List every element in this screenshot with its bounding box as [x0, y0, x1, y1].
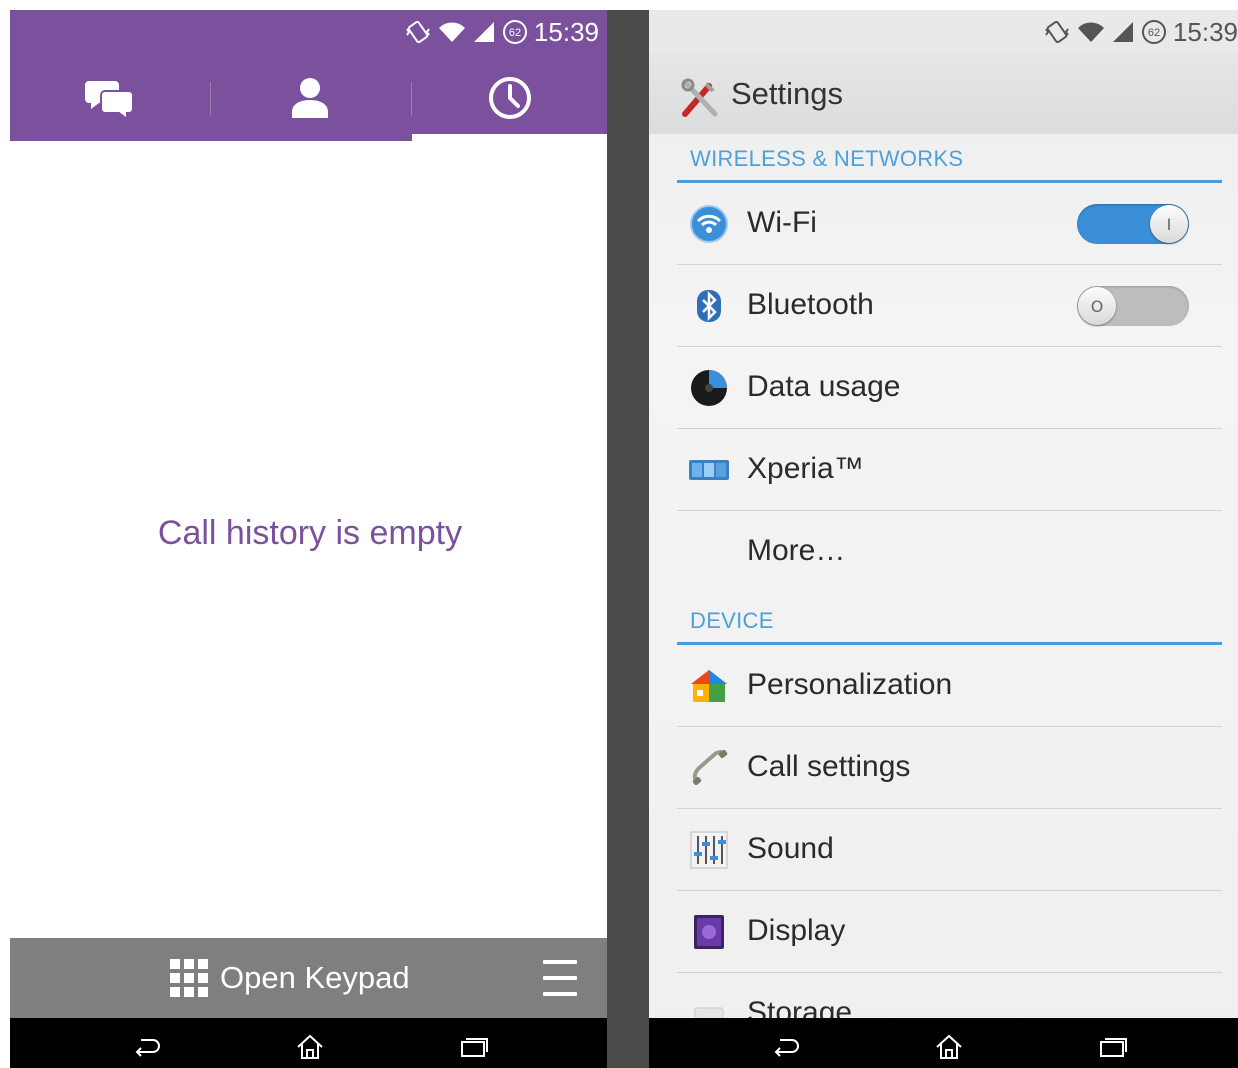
personalization-icon: [691, 670, 727, 702]
wifi-signal-icon: [438, 22, 465, 42]
clock-time: 15:39: [533, 16, 599, 47]
chat-bubbles-icon: [85, 80, 134, 119]
selected-tab-indicator: [412, 134, 607, 141]
row-divider: [677, 972, 1222, 973]
empty-call-history-message: Call history is empty: [157, 514, 463, 552]
recent-apps-icon: [461, 1038, 488, 1057]
personalization-label: Personalization: [747, 668, 953, 701]
status-icons: 62 15:39: [404, 16, 599, 48]
call-settings-label: Call settings: [747, 750, 911, 783]
back-button[interactable]: [126, 1032, 166, 1062]
row-divider: [677, 510, 1222, 511]
cell-signal-icon: [1112, 22, 1133, 42]
hamburger-menu-icon[interactable]: [543, 960, 577, 996]
screenshot-canvas: 62 15:39 Call history is empty Open Keyp…: [0, 0, 1238, 1068]
xperia-label: Xperia™: [747, 452, 864, 485]
toggle-knob: I: [1150, 205, 1188, 243]
tab-bar-underline: [10, 134, 412, 141]
recent-apps-icon: [1100, 1038, 1127, 1057]
battery-icon: 62: [502, 20, 527, 44]
wifi-signal-icon: [1077, 22, 1104, 42]
data-usage-icon: [691, 370, 727, 406]
data-usage-label: Data usage: [747, 370, 901, 403]
section-header-device: DEVICE: [690, 608, 774, 633]
vibrate-icon: [406, 20, 430, 44]
settings-action-bar: Settings: [649, 54, 1238, 134]
settings-item-personalization[interactable]: Personalization: [677, 646, 1222, 727]
sound-label: Sound: [747, 832, 834, 865]
section-header-wireless: WIRELESS & NETWORKS: [690, 146, 964, 171]
settings-item-more[interactable]: More…: [677, 512, 1222, 593]
settings-title: Settings: [731, 76, 844, 111]
settings-item-wifi[interactable]: Wi-Fi I: [677, 184, 1222, 265]
row-divider: [677, 726, 1222, 727]
person-icon: [292, 77, 328, 118]
settings-item-sound[interactable]: Sound: [677, 810, 1222, 891]
home-icon: [297, 1034, 323, 1059]
display-label: Display: [747, 914, 846, 947]
android-nav-bar: [649, 1018, 1238, 1068]
viber-screen: 62 15:39 Call history is empty Open Keyp…: [10, 10, 607, 1068]
recent-apps-button[interactable]: [454, 1032, 494, 1062]
settings-item-data-usage[interactable]: Data usage: [677, 348, 1222, 429]
back-icon: [135, 1039, 160, 1057]
tab-chats[interactable]: [10, 54, 210, 141]
toggle-knob: O: [1078, 287, 1116, 325]
back-icon: [774, 1039, 799, 1057]
section-divider: [677, 642, 1222, 645]
back-button[interactable]: [765, 1032, 805, 1062]
more-label: More…: [747, 534, 846, 567]
settings-item-display[interactable]: Display: [677, 892, 1222, 973]
settings-item-xperia[interactable]: Xperia™: [677, 430, 1222, 511]
display-icon: [694, 915, 724, 949]
battery-icon: 62: [1141, 20, 1166, 44]
bluetooth-icon: [697, 290, 721, 322]
viber-tab-bar: [10, 54, 607, 141]
tab-contacts[interactable]: [210, 54, 410, 141]
section-divider: [677, 180, 1222, 183]
settings-item-bluetooth[interactable]: Bluetooth O: [677, 266, 1222, 347]
status-bar: 62 15:39: [649, 10, 1238, 54]
row-divider: [677, 808, 1222, 809]
settings-screen: 62 15:39 Settings WIRELESS & NETWORKS Wi…: [649, 10, 1238, 1068]
wifi-toggle[interactable]: I: [1077, 204, 1189, 244]
wifi-label: Wi-Fi: [747, 206, 817, 239]
recent-apps-button[interactable]: [1093, 1032, 1133, 1062]
settings-tools-icon[interactable]: [679, 78, 721, 120]
wifi-icon: [690, 205, 728, 243]
vibrate-icon: [1045, 20, 1069, 44]
battery-level: 62: [509, 27, 521, 39]
status-icons: 62 15:39: [1043, 16, 1238, 48]
bluetooth-toggle[interactable]: O: [1077, 286, 1189, 326]
xperia-icon: [689, 460, 729, 480]
bluetooth-label: Bluetooth: [747, 288, 874, 321]
bottom-action-bar: Open Keypad: [10, 938, 607, 1018]
row-divider: [677, 890, 1222, 891]
home-button[interactable]: [929, 1032, 969, 1062]
row-divider: [677, 264, 1222, 265]
home-button[interactable]: [290, 1032, 330, 1062]
tab-recents[interactable]: [412, 54, 607, 141]
android-nav-bar: [10, 1018, 607, 1068]
battery-level: 62: [1148, 27, 1160, 39]
cell-signal-icon: [473, 22, 494, 42]
clock-time: 15:39: [1172, 16, 1238, 47]
row-divider: [677, 346, 1222, 347]
clock-icon: [488, 76, 531, 119]
open-keypad-label: Open Keypad: [220, 960, 410, 995]
row-divider: [677, 428, 1222, 429]
screen-separator: [607, 10, 649, 1068]
equalizer-icon: [690, 831, 728, 869]
home-icon: [936, 1034, 962, 1059]
open-keypad-button[interactable]: Open Keypad: [170, 956, 410, 1000]
keypad-grid-icon: [170, 959, 208, 997]
phone-handset-icon: [692, 749, 728, 786]
left-margin: [0, 0, 10, 1068]
status-bar: 62 15:39: [10, 10, 607, 54]
settings-item-call-settings[interactable]: Call settings: [677, 728, 1222, 809]
